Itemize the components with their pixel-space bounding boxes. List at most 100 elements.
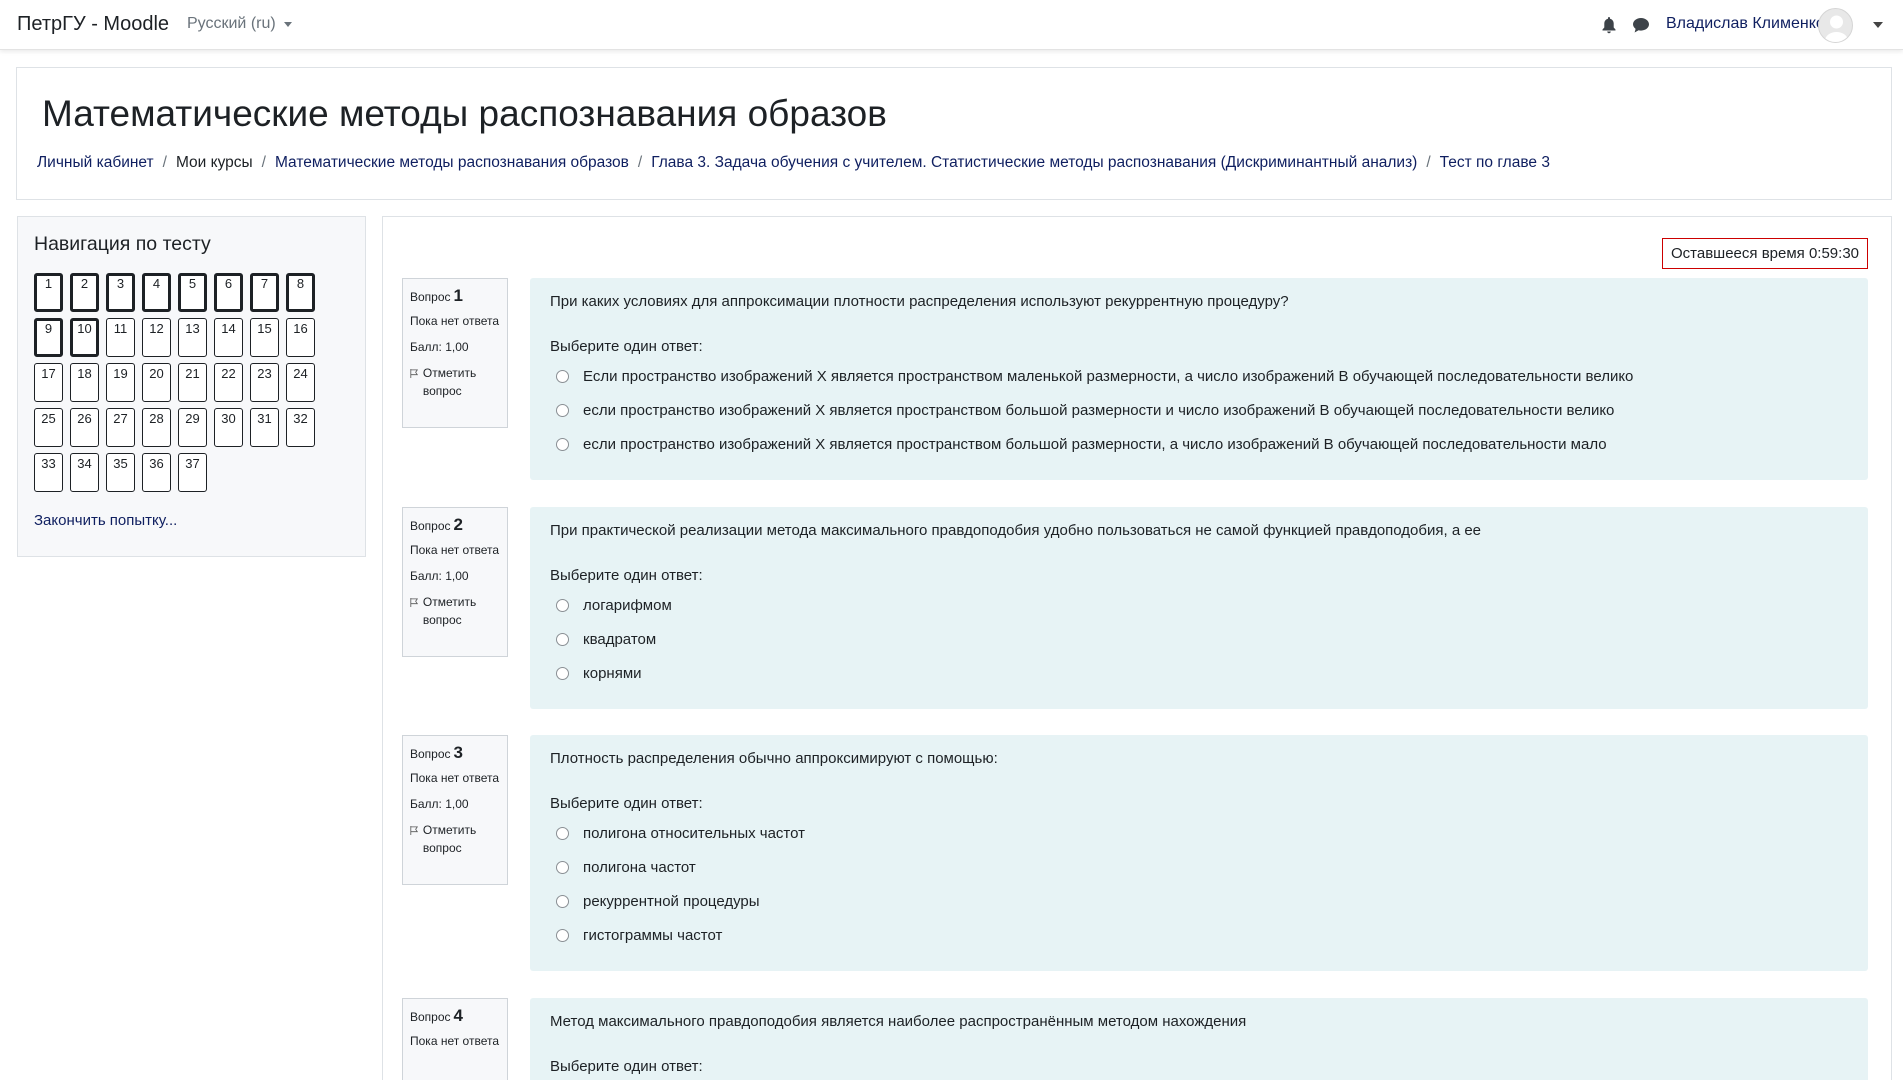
user-name[interactable]: Владислав Клименко [1666, 15, 1825, 33]
top-navbar: ПетрГУ - Moodle Русский (ru) Владислав К… [0, 0, 1903, 50]
answer-prompt: Выберите один ответ: [550, 567, 703, 584]
question-grade: Балл: 1,00 [410, 569, 469, 583]
radio-button[interactable] [556, 437, 569, 451]
breadcrumb-separator: / [1426, 154, 1431, 171]
answer-option[interactable]: если пространство изображений X является… [550, 427, 1848, 461]
quiz-nav-button[interactable]: 7 [250, 273, 279, 312]
quiz-nav-button[interactable]: 21 [178, 363, 207, 402]
flag-question-button[interactable]: Отметить вопрос [410, 364, 500, 400]
quiz-nav-button[interactable]: 30 [214, 408, 243, 447]
quiz-nav-button[interactable]: 27 [106, 408, 135, 447]
question-content-4: Метод максимального правдоподобия являет… [530, 998, 1868, 1080]
breadcrumb-section[interactable]: Глава 3. Задача обучения с учителем. Ста… [651, 154, 1417, 172]
flag-question-button[interactable]: Отметить вопрос [410, 821, 500, 857]
bell-icon[interactable] [1601, 16, 1617, 34]
radio-button[interactable] [556, 666, 569, 680]
radio-button[interactable] [556, 369, 569, 383]
answer-label: логарифмом [583, 596, 672, 614]
question-text: Плотность распределения обычно аппроксим… [550, 750, 998, 767]
radio-button[interactable] [556, 928, 569, 942]
quiz-timer: Оставшееся время 0:59:30 [1662, 238, 1868, 269]
quiz-nav-button[interactable]: 12 [142, 318, 171, 357]
answer-option[interactable]: если пространство изображений X является… [550, 393, 1848, 427]
radio-button[interactable] [556, 598, 569, 612]
answer-label: Если пространство изображений X является… [583, 367, 1634, 385]
quiz-nav-button[interactable]: 23 [250, 363, 279, 402]
radio-button[interactable] [556, 894, 569, 908]
quiz-nav-button[interactable]: 1 [34, 273, 63, 312]
finish-attempt-link[interactable]: Закончить попытку... [34, 512, 177, 529]
breadcrumb-separator: / [637, 154, 643, 171]
answer-option[interactable]: рекуррентной процедуры [550, 884, 1848, 918]
language-label: Русский (ru) [187, 15, 276, 32]
quiz-nav-button[interactable]: 26 [70, 408, 99, 447]
quiz-navigation-block: Навигация по тесту 1 2 3 4 5 6 7 8 9 10 11 12 13 14 15… [17, 216, 366, 557]
breadcrumb-separator: / [162, 154, 167, 171]
quiz-nav-button[interactable]: 17 [34, 363, 63, 402]
answer-option[interactable]: квадратом [550, 622, 1848, 656]
question-text: При каких условиях для аппроксимации пло… [550, 293, 1289, 310]
quiz-nav-button[interactable]: 36 [142, 453, 171, 492]
quiz-nav-button[interactable]: 9 [34, 318, 63, 357]
language-menu[interactable]: Русский (ru) [187, 15, 292, 33]
quiz-nav-button[interactable]: 18 [70, 363, 99, 402]
user-menu-chevron-icon[interactable] [1873, 22, 1883, 28]
answer-option[interactable]: гистограммы частот [550, 918, 1848, 952]
breadcrumb-quiz[interactable]: Тест по главе 3 [1440, 154, 1550, 172]
question-number: Вопрос 3 [410, 743, 463, 762]
quiz-nav-button[interactable]: 2 [70, 273, 99, 312]
site-brand[interactable]: ПетрГУ - Moodle [17, 13, 169, 36]
quiz-nav-button[interactable]: 4 [142, 273, 171, 312]
radio-button[interactable] [556, 860, 569, 874]
answer-option[interactable]: корнями [550, 656, 1848, 690]
quiz-nav-button[interactable]: 34 [70, 453, 99, 492]
quiz-nav-button[interactable]: 10 [70, 318, 99, 357]
flag-label: Отметить вопрос [422, 823, 477, 855]
radio-button[interactable] [556, 632, 569, 646]
answer-label: если пространство изображений X является… [583, 401, 1615, 419]
answer-option[interactable]: полигона частот [550, 850, 1848, 884]
chat-icon[interactable] [1632, 16, 1650, 34]
quiz-nav-button[interactable]: 14 [214, 318, 243, 357]
quiz-nav-button[interactable]: 5 [178, 273, 207, 312]
answer-option[interactable]: логарифмом [550, 588, 1848, 622]
radio-button[interactable] [556, 826, 569, 840]
breadcrumb-course[interactable]: Математические методы распознавания обра… [275, 154, 629, 172]
quiz-nav-button[interactable]: 25 [34, 408, 63, 447]
quiz-nav-button[interactable]: 31 [250, 408, 279, 447]
breadcrumb: Личный кабинет / Мои курсы / Математичес… [37, 154, 1550, 172]
timer-label: Оставшееся время [1671, 245, 1805, 262]
answer-list: логарифмом квадратом корнями [550, 588, 1848, 690]
quiz-nav-button[interactable]: 28 [142, 408, 171, 447]
quiz-nav-button[interactable]: 29 [178, 408, 207, 447]
flag-icon [410, 369, 419, 378]
breadcrumb-dashboard[interactable]: Личный кабинет [37, 154, 154, 172]
question-content-2: При практической реализации метода макси… [530, 507, 1868, 709]
answer-option[interactable]: полигона относительных частот [550, 816, 1848, 850]
answer-list: полигона относительных частот полигона ч… [550, 816, 1848, 952]
quiz-nav-button[interactable]: 37 [178, 453, 207, 492]
quiz-nav-button[interactable]: 13 [178, 318, 207, 357]
quiz-nav-button[interactable]: 35 [106, 453, 135, 492]
question-state: Пока нет ответа [410, 543, 500, 557]
quiz-nav-button[interactable]: 11 [106, 318, 135, 357]
breadcrumb-my-courses: Мои курсы [175, 154, 253, 171]
quiz-nav-button[interactable]: 15 [250, 318, 279, 357]
quiz-nav-button[interactable]: 32 [286, 408, 315, 447]
radio-button[interactable] [556, 403, 569, 417]
quiz-nav-button[interactable]: 8 [286, 273, 315, 312]
quiz-nav-button[interactable]: 24 [286, 363, 315, 402]
quiz-nav-button[interactable]: 20 [142, 363, 171, 402]
page-header: Математические методы распознавания обра… [16, 67, 1892, 200]
avatar[interactable] [1818, 8, 1853, 43]
quiz-nav-button[interactable]: 19 [106, 363, 135, 402]
flag-question-button[interactable]: Отметить вопрос [410, 593, 500, 629]
quiz-nav-button[interactable]: 33 [34, 453, 63, 492]
answer-option[interactable]: Если пространство изображений X является… [550, 359, 1848, 393]
quiz-nav-button[interactable]: 16 [286, 318, 315, 357]
quiz-nav-button[interactable]: 22 [214, 363, 243, 402]
quiz-nav-button[interactable]: 3 [106, 273, 135, 312]
question-grade: Балл: 1,00 [410, 797, 469, 811]
answer-label: квадратом [583, 630, 657, 648]
quiz-nav-button[interactable]: 6 [214, 273, 243, 312]
